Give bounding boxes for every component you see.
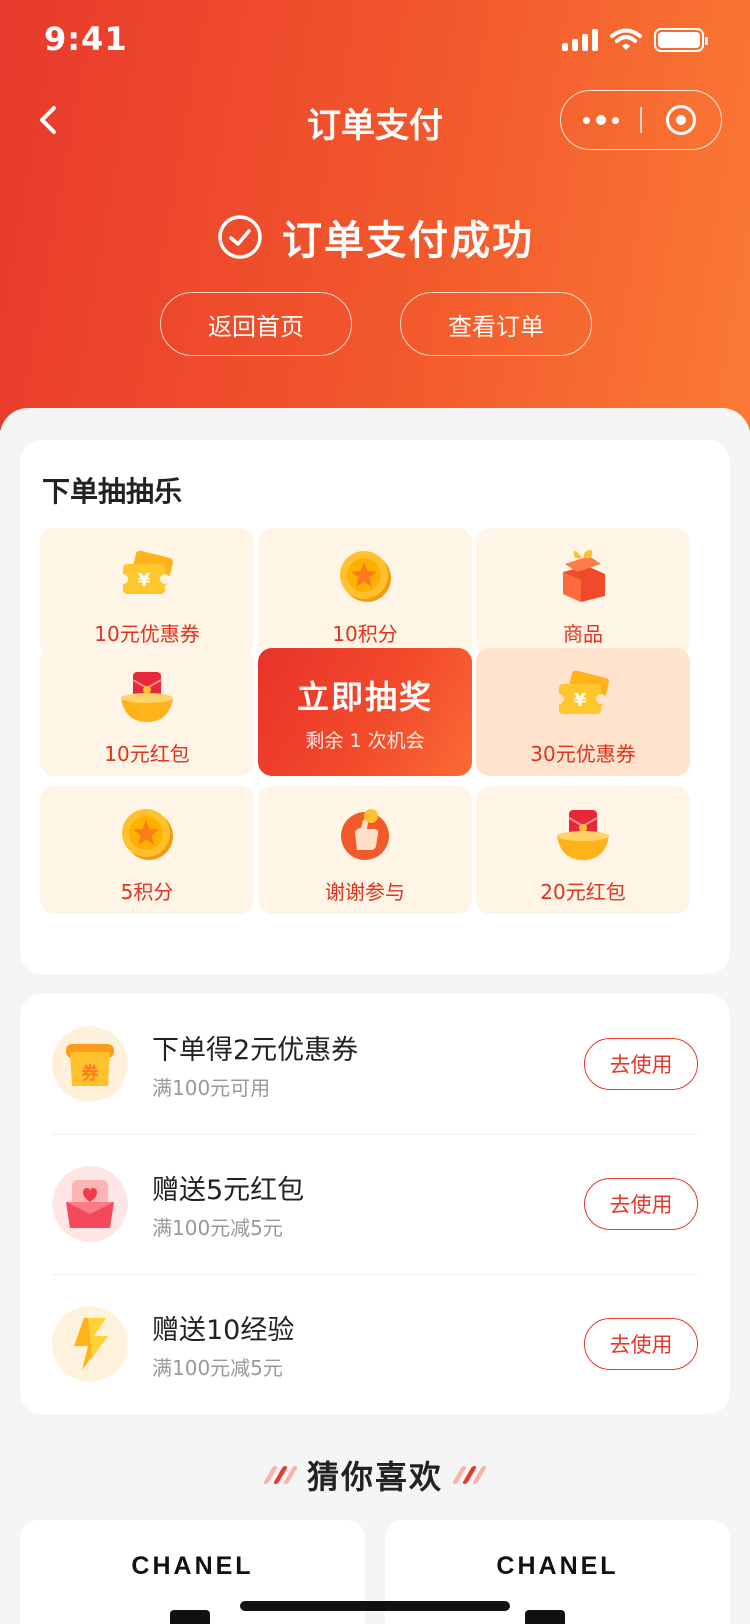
prize-cell: 10积分 [258, 528, 472, 656]
prize-label: 10元红包 [104, 742, 190, 766]
view-order-button[interactable]: 查看订单 [400, 292, 592, 356]
prize-label: 10积分 [332, 622, 398, 646]
prize-label: 20元红包 [540, 880, 626, 904]
status-bar: 9:41 [0, 0, 750, 88]
rewards-card: 券 下单得2元优惠券 满100元可用 去使用 赠送5元红包 满100元减5元 去… [20, 994, 730, 1414]
prize-cell: ¥ 10元优惠券 [40, 528, 254, 656]
svg-text:¥: ¥ [574, 690, 587, 711]
more-menu-icon[interactable] [561, 91, 640, 149]
product-image [170, 1610, 210, 1624]
svg-text:¥: ¥ [138, 570, 151, 591]
title-decoration-left [262, 1466, 299, 1484]
title-decoration-right [451, 1466, 488, 1484]
use-red-packet-button[interactable]: 去使用 [584, 1178, 698, 1230]
use-experience-button[interactable]: 去使用 [584, 1318, 698, 1370]
reward-title: 下单得2元优惠券 [152, 1035, 359, 1066]
star-coin-icon [340, 551, 391, 602]
reward-title: 赠送5元红包 [152, 1175, 305, 1206]
status-icons [562, 28, 708, 52]
coupon-ticket-icon: ¥ [118, 550, 173, 594]
check-circle-icon [218, 215, 262, 259]
star-coin-icon [122, 809, 173, 860]
svg-text:券: 券 [81, 1063, 100, 1084]
product-brand: CHANEL [496, 1552, 619, 1580]
prize-cell: 商品 [476, 528, 690, 656]
draw-now-button[interactable]: 立即抽奖 剩余 1 次机会 [258, 648, 472, 776]
gift-box-icon [563, 550, 605, 602]
coupon-scroll-icon: 券 [52, 1026, 128, 1102]
recommend-header: 猜你喜欢 [0, 1452, 750, 1498]
prize-cell: 5积分 [40, 786, 254, 914]
prize-label: 5积分 [120, 880, 174, 904]
cellular-signal-icon [562, 29, 598, 51]
prize-label: 谢谢参与 [325, 880, 405, 904]
reward-title: 赠送10经验 [152, 1315, 295, 1346]
lightning-icon [52, 1306, 128, 1382]
reward-row: 赠送5元红包 满100元减5元 去使用 [20, 1134, 730, 1274]
reward-condition: 满100元可用 [152, 1076, 271, 1100]
red-packet-icon [52, 1166, 128, 1242]
close-program-icon[interactable] [642, 91, 721, 149]
red-envelope-bowl-icon [557, 810, 609, 860]
prize-label: 10元优惠券 [94, 622, 200, 646]
prize-cell: ¥ 30元优惠券 [476, 648, 690, 776]
coupon-ticket-icon: ¥ [554, 670, 609, 714]
lottery-title: 下单抽抽乐 [42, 475, 183, 508]
thumb-up-icon [341, 809, 389, 860]
mini-program-capsule [560, 90, 722, 150]
reward-row: 赠送10经验 满100元减5元 去使用 [20, 1274, 730, 1414]
product-image [525, 1610, 565, 1624]
prize-cell: 谢谢参与 [258, 786, 472, 914]
battery-icon [654, 28, 708, 52]
draw-title: 立即抽奖 [296, 677, 433, 716]
prize-cell: 10元红包 [40, 648, 254, 776]
wifi-icon [610, 28, 642, 50]
reward-condition: 满100元减5元 [152, 1216, 283, 1240]
success-text: 订单支付成功 [282, 218, 534, 264]
reward-condition: 满100元减5元 [152, 1356, 283, 1380]
red-envelope-bowl-icon [121, 672, 173, 722]
back-home-button[interactable]: 返回首页 [160, 292, 352, 356]
prize-cell: 20元红包 [476, 786, 690, 914]
payment-success: 订单支付成功 [0, 208, 750, 266]
prize-label: 商品 [563, 622, 603, 646]
recommend-title: 猜你喜欢 [306, 1458, 443, 1496]
reward-row: 券 下单得2元优惠券 满100元可用 去使用 [20, 994, 730, 1134]
lottery-card: 下单抽抽乐 ¥ 10元优惠券 10积分 商品 10元红包 立即抽奖 剩余 1 次… [20, 440, 730, 974]
home-indicator [240, 1601, 510, 1611]
prize-label: 30元优惠券 [530, 742, 636, 766]
draw-chances: 剩余 1 次机会 [305, 729, 425, 752]
product-brand: CHANEL [131, 1552, 254, 1580]
status-time: 9:41 [44, 20, 128, 58]
use-coupon-button[interactable]: 去使用 [584, 1038, 698, 1090]
